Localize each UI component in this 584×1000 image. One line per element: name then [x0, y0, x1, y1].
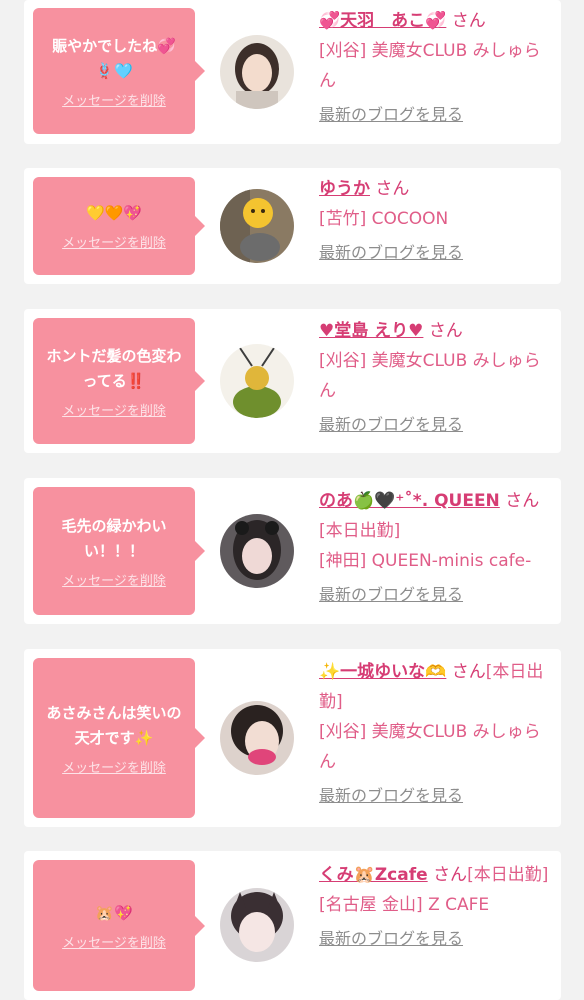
message-card: 💛🧡💖 メッセージを削除 ゆうか さん [苫竹] COCOON 最新のブログを見… — [24, 168, 561, 284]
avatar[interactable] — [220, 35, 294, 109]
cast-info: 💞天羽 あこ💞 さん [刈谷] 美魔女CLUB みしゅらん 最新のブログを見る — [319, 6, 557, 130]
shop-name: [神田] QUEEN-minis cafe- — [319, 551, 532, 571]
cast-name-link[interactable]: ゆうか — [319, 179, 370, 199]
message-bubble: 🐹💖 メッセージを削除 — [33, 860, 205, 991]
message-text: 🐹💖 — [95, 903, 133, 922]
honorific: さん — [451, 662, 486, 682]
delete-message-link[interactable]: メッセージを削除 — [62, 570, 166, 589]
message-bubble: 💛🧡💖 メッセージを削除 — [33, 177, 205, 275]
latest-blog-link[interactable]: 最新のブログを見る — [319, 924, 557, 954]
shop-name: [刈谷] 美魔女CLUB みしゅらん — [319, 351, 541, 401]
latest-blog-link[interactable]: 最新のブログを見る — [319, 238, 557, 268]
delete-message-link[interactable]: メッセージを削除 — [62, 400, 166, 419]
cast-info: ♥堂島 えり♥ さん [刈谷] 美魔女CLUB みしゅらん 最新のブログを見る — [319, 316, 557, 440]
delete-message-link[interactable]: メッセージを削除 — [62, 90, 166, 109]
message-bubble: 賑やかでしたね💞🪢🩵 メッセージを削除 — [33, 8, 205, 134]
honorific: さん — [505, 491, 540, 511]
avatar[interactable] — [220, 701, 294, 775]
avatar[interactable] — [220, 344, 294, 418]
message-bubble: 毛先の緑かわいい！！！ メッセージを削除 — [33, 487, 205, 615]
latest-blog-link[interactable]: 最新のブログを見る — [319, 781, 557, 811]
message-text: あさみさんは笑いの天才です✨ — [46, 703, 182, 747]
cast-info: のあ🍏🖤⁺˚*. QUEEN さん [本日出勤] [神田] QUEEN-minis… — [319, 486, 557, 610]
shop-name: [刈谷] 美魔女CLUB みしゅらん — [319, 41, 541, 91]
honorific: さん — [433, 865, 468, 885]
message-card: あさみさんは笑いの天才です✨ メッセージを削除 ✨一城ゆいな🫶 さん[本日出勤]… — [24, 649, 561, 827]
cast-name-link[interactable]: くみ🐹Zcafe — [319, 865, 428, 885]
avatar[interactable] — [220, 189, 294, 263]
message-card: 毛先の緑かわいい！！！ メッセージを削除 のあ🍏🖤⁺˚*. QUEEN さん [本… — [24, 478, 561, 624]
cast-info: ゆうか さん [苫竹] COCOON 最新のブログを見る — [319, 174, 557, 268]
message-text: 賑やかでしたね💞🪢🩵 — [52, 36, 176, 80]
status-text: [本日出勤] — [467, 865, 549, 885]
cast-name-link[interactable]: ✨一城ゆいな🫶 — [319, 662, 446, 682]
honorific: さん — [375, 179, 410, 199]
cast-name-link[interactable]: ♥堂島 えり♥ — [319, 321, 423, 341]
message-bubble: あさみさんは笑いの天才です✨ メッセージを削除 — [33, 658, 205, 818]
cast-info: ✨一城ゆいな🫶 さん[本日出勤] [刈谷] 美魔女CLUB みしゅらん 最新のブ… — [319, 657, 557, 811]
latest-blog-link[interactable]: 最新のブログを見る — [319, 580, 557, 610]
shop-name: [刈谷] 美魔女CLUB みしゅらん — [319, 722, 541, 772]
shop-name: [苫竹] COCOON — [319, 209, 449, 229]
message-text: 毛先の緑かわいい！！！ — [61, 516, 167, 560]
honorific: さん — [451, 11, 486, 31]
message-bubble: ホントだ髪の色変わってる‼️ メッセージを削除 — [33, 318, 205, 444]
delete-message-link[interactable]: メッセージを削除 — [62, 232, 166, 251]
message-text: 💛🧡💖 — [85, 204, 143, 222]
honorific: さん — [428, 321, 463, 341]
status-text: [本日出勤] — [319, 521, 401, 541]
delete-message-link[interactable]: メッセージを削除 — [62, 757, 166, 776]
message-card: ホントだ髪の色変わってる‼️ メッセージを削除 ♥堂島 えり♥ さん [刈谷] … — [24, 309, 561, 453]
cast-name-link[interactable]: のあ🍏🖤⁺˚*. QUEEN — [319, 491, 500, 511]
message-card: 🐹💖 メッセージを削除 くみ🐹Zcafe さん[本日出勤] [名古屋 金山] Z… — [24, 851, 561, 1000]
cast-name-link[interactable]: 💞天羽 あこ💞 — [319, 11, 446, 31]
latest-blog-link[interactable]: 最新のブログを見る — [319, 100, 557, 130]
cast-info: くみ🐹Zcafe さん[本日出勤] [名古屋 金山] Z CAFE 最新のブログ… — [319, 860, 557, 954]
message-text: ホントだ髪の色変わってる‼️ — [46, 346, 182, 390]
avatar[interactable] — [220, 888, 294, 962]
delete-message-link[interactable]: メッセージを削除 — [62, 932, 166, 951]
latest-blog-link[interactable]: 最新のブログを見る — [319, 410, 557, 440]
avatar[interactable] — [220, 514, 294, 588]
message-card: 賑やかでしたね💞🪢🩵 メッセージを削除 💞天羽 あこ💞 さん [刈谷] 美魔女C… — [24, 0, 561, 144]
shop-name: [名古屋 金山] Z CAFE — [319, 895, 490, 915]
